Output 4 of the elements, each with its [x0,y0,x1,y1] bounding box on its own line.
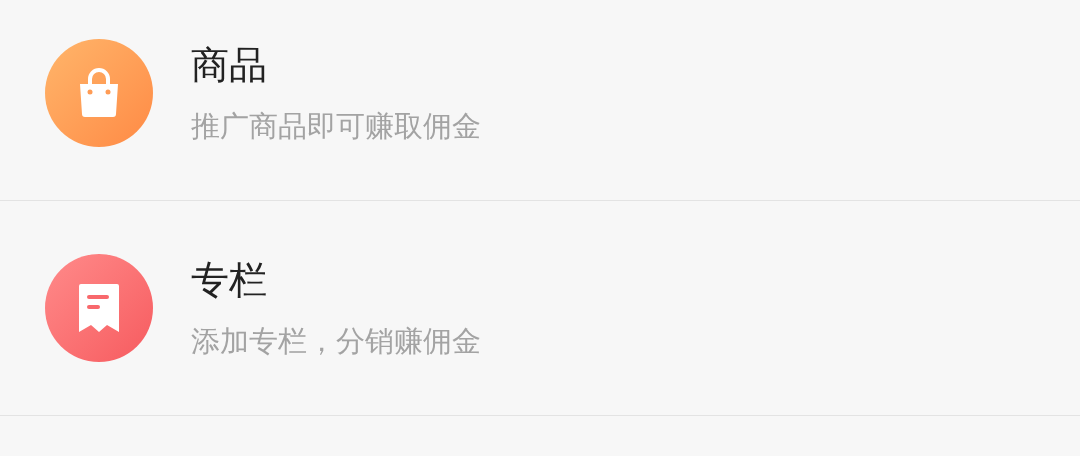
item-subtitle: 推广商品即可赚取佣金 [191,109,481,143]
item-title: 商品 [191,43,268,87]
item-title: 专栏 [191,258,268,302]
item-subtitle: 添加专栏，分销赚佣金 [191,324,481,358]
